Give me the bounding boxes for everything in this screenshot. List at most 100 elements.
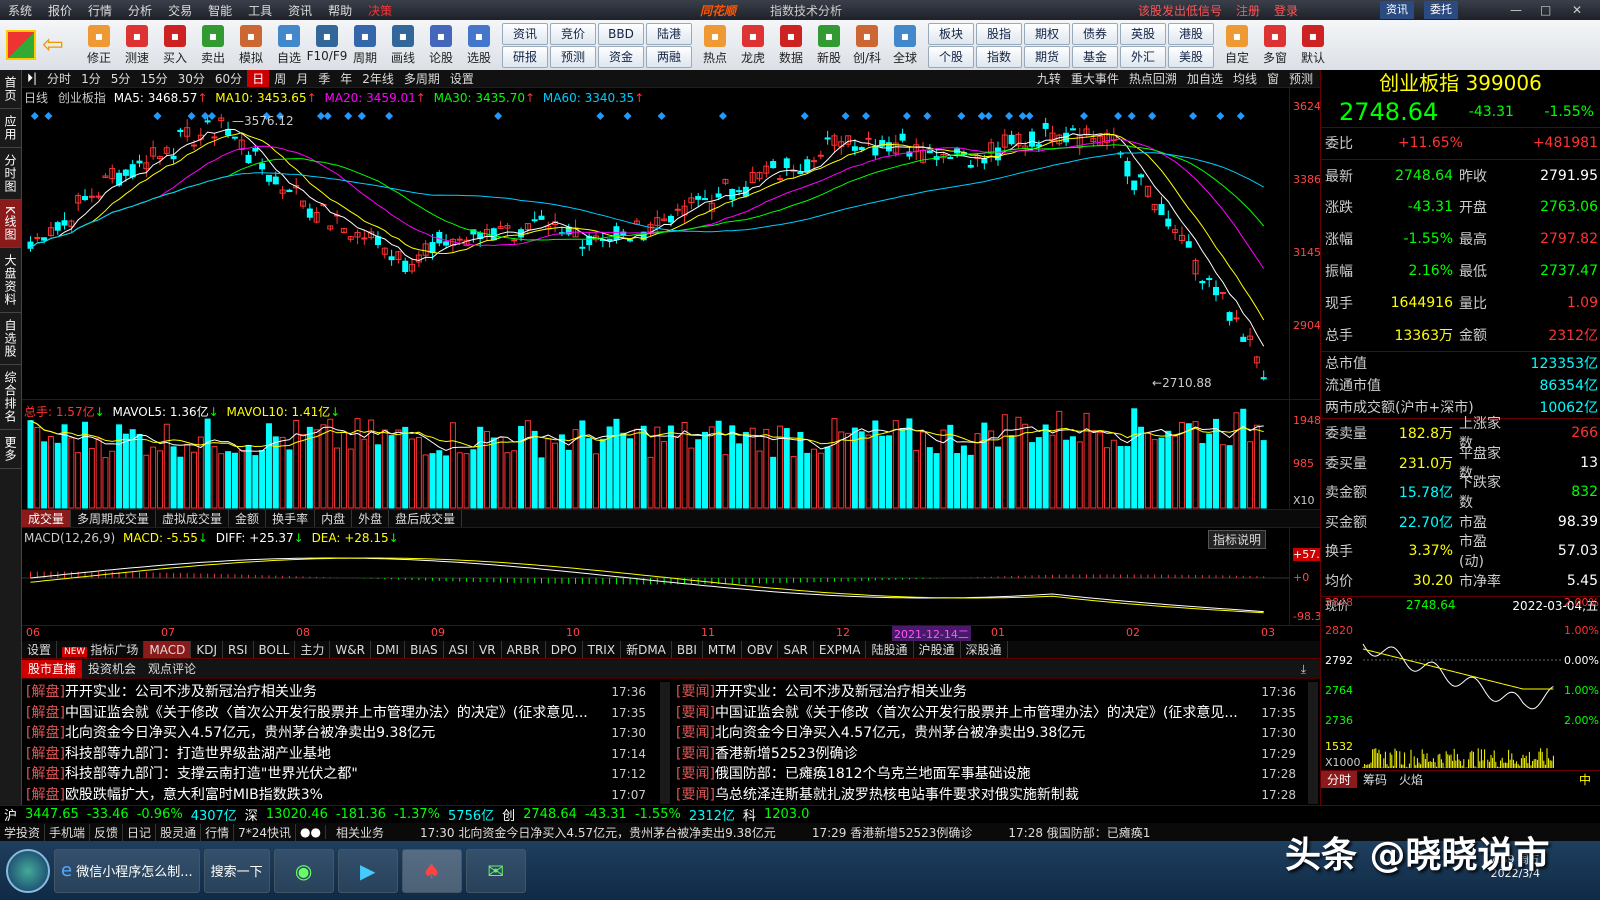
volume-tab[interactable]: 多周期成交量 — [71, 510, 157, 527]
menu-item[interactable]: 分析 — [120, 2, 160, 19]
volume-tab[interactable]: 成交量 — [22, 510, 72, 527]
indicator-tab[interactable]: VR — [474, 641, 502, 658]
news-item[interactable]: [要闻] 香港新增52523例确诊 17:29 — [676, 744, 1296, 765]
news-item[interactable]: [要闻] 北向资金今日净买入4.57亿元，贵州茅台被净卖出9.38亿元 17:30 — [676, 723, 1296, 744]
period-tab[interactable]: 分时 — [42, 70, 76, 87]
period-right-tab[interactable]: 九转 — [1032, 70, 1066, 87]
news-button[interactable]: 资讯 — [1380, 1, 1414, 19]
news-tab[interactable]: 投资机会 — [82, 660, 142, 678]
menu-item[interactable]: 帮助 — [320, 2, 360, 19]
toolbar-grid-button[interactable]: 陆港 — [646, 22, 692, 45]
period-right-tab[interactable]: 均线 — [1228, 70, 1262, 87]
volume-tab[interactable]: 外盘 — [352, 510, 390, 527]
indicator-tab[interactable]: 沪股通 — [914, 641, 961, 658]
toolbar-button[interactable]: ▪ 画线 — [386, 24, 420, 66]
volume-tab[interactable]: 换手率 — [266, 510, 316, 527]
indicator-tab[interactable]: SAR — [778, 641, 814, 658]
toolbar-button[interactable]: ▪ 热点 — [698, 24, 732, 66]
status-link[interactable]: 7*24快讯 — [234, 823, 296, 841]
indicator-tab[interactable]: NEW 指标广场 — [57, 641, 145, 658]
maximize-icon[interactable]: □ — [1540, 3, 1551, 17]
taskbar-browser[interactable]: e 微信小程序怎么制... — [54, 848, 200, 893]
toolbar-button[interactable]: ▪ 自定 — [1220, 24, 1254, 66]
sidebar-item[interactable]: 自选股 — [0, 313, 21, 365]
indicator-tab[interactable]: ASI — [444, 641, 475, 658]
menu-item[interactable]: 交易 — [160, 2, 200, 19]
status-news-item[interactable]: 17:29 香港新增52523例确诊 — [808, 824, 977, 841]
toolbar-grid-button[interactable]: 研报 — [502, 45, 548, 68]
toolbar-grid-button[interactable]: 两融 — [646, 45, 692, 68]
indicator-tab[interactable]: 新DMA — [621, 641, 672, 658]
sidebar-item[interactable]: 更多 — [0, 430, 21, 469]
period-tab[interactable]: 年 — [335, 70, 357, 87]
menu-item[interactable]: 报价 — [40, 2, 80, 19]
toolbar-button[interactable]: ▪ 数据 — [774, 24, 808, 66]
toolbar-grid-button[interactable]: 债券 — [1072, 22, 1118, 45]
toolbar-grid-button[interactable]: 期权 — [1024, 22, 1070, 45]
news-item[interactable]: [要闻] 乌总统泽连斯基就扎波罗热核电站事件要求对俄实施新制裁 17:28 — [676, 785, 1296, 805]
indicator-tab[interactable]: KDJ — [191, 641, 223, 658]
status-link[interactable]: 学投资 — [0, 823, 46, 841]
menu-item[interactable]: 智能 — [200, 2, 240, 19]
toolbar-grid-button[interactable]: BBD — [598, 22, 644, 45]
news-scrollbar[interactable] — [660, 682, 670, 804]
indicator-tab[interactable]: 陆股通 — [866, 641, 914, 658]
mini-tab-intraday[interactable]: 分时 — [1321, 771, 1358, 788]
close-icon[interactable]: ✕ — [1572, 3, 1582, 17]
volume-panel[interactable]: 总手: 1.57亿↓ MAVOL5: 1.36亿↓ MAVOL10: 1.41亿… — [22, 400, 1321, 510]
play-icon[interactable]: ⏵| — [22, 71, 42, 86]
taskbar-app-wechat[interactable]: ✉ — [465, 848, 526, 893]
news-item[interactable]: [要闻] 开开实业：公司不涉及新冠治疗相关业务 17:36 — [676, 682, 1296, 703]
indicator-tab[interactable]: 深股通 — [961, 641, 1008, 658]
toolbar-grid-button[interactable]: 港股 — [1168, 22, 1214, 45]
toolbar-button[interactable]: ▪ 新股 — [812, 24, 846, 66]
indicator-tab[interactable]: MACD — [144, 641, 192, 658]
mini-intraday-chart[interactable]: 2848 2820 2792 2764 2736 1532 X1000 2.00… — [1321, 594, 1600, 789]
period-right-tab[interactable]: 加自选 — [1182, 70, 1228, 87]
chat-icon[interactable]: ●● — [296, 825, 326, 839]
toolbar-button[interactable]: ▪ 论股 — [424, 24, 458, 66]
indicator-tab[interactable]: BBI — [672, 641, 703, 658]
status-news-item[interactable]: 17:30 北向资金今日净买入4.57亿元，贵州茅台被净卖出9.38亿元 — [416, 824, 780, 841]
period-tab[interactable]: 月 — [291, 70, 313, 87]
indicator-tab[interactable]: EXPMA — [814, 641, 867, 658]
toolbar-button[interactable]: ▪ 模拟 — [234, 24, 268, 66]
indicator-tab[interactable]: MTM — [703, 641, 742, 658]
taskbar-app-player[interactable]: ▶ — [337, 848, 398, 893]
status-news-item[interactable]: 17:28 俄国防部：已瘫痪1 — [1004, 824, 1154, 841]
volume-tab[interactable]: 金额 — [229, 510, 267, 527]
period-tab[interactable]: 设置 — [445, 70, 479, 87]
grid-icon[interactable] — [6, 30, 36, 60]
news-tab[interactable]: 股市直播 — [22, 660, 83, 678]
toolbar-button[interactable]: ▪ 创/科 — [850, 24, 884, 66]
macd-panel[interactable]: MACD(12,26,9) MACD: -5.55↓ DIFF: +25.37↓… — [22, 528, 1334, 626]
minimize-icon[interactable]: — — [1510, 3, 1522, 17]
status-link[interactable]: 反馈 — [90, 823, 124, 841]
period-tab[interactable]: 1分 — [76, 70, 106, 87]
toolbar-button[interactable]: ▪ 修正 — [82, 24, 116, 66]
period-tab[interactable]: 日 — [247, 70, 270, 87]
period-tab[interactable]: 5分 — [106, 70, 136, 87]
toolbar-grid-button[interactable]: 美股 — [1168, 45, 1214, 68]
back-arrow-icon[interactable]: ⇦ — [42, 30, 72, 60]
menu-right-link[interactable]: 登录 — [1274, 2, 1298, 19]
indicator-tab[interactable]: TRIX — [583, 641, 622, 658]
start-icon[interactable] — [6, 848, 50, 893]
toolbar-grid-button[interactable]: 资讯 — [502, 22, 548, 45]
toolbar-button[interactable]: ▪ 龙虎 — [736, 24, 770, 66]
toolbar-grid-button[interactable]: 指数 — [976, 45, 1022, 68]
trade-button[interactable]: 委托 — [1424, 1, 1458, 19]
period-right-tab[interactable]: 重大事件 — [1066, 70, 1124, 87]
menu-item[interactable]: 决策 — [360, 2, 400, 19]
volume-tab[interactable]: 盘后成交量 — [389, 510, 463, 527]
period-tab[interactable]: 季 — [313, 70, 335, 87]
menu-item[interactable]: 工具 — [240, 2, 280, 19]
toolbar-grid-button[interactable]: 期货 — [1024, 45, 1070, 68]
news-item[interactable]: [解盘] 欧股跌幅扩大，意大利富时MIB指数跌3% 17:07 — [26, 785, 646, 805]
sidebar-item[interactable]: 应用 — [0, 109, 21, 148]
news-item[interactable]: [要闻] 俄国防部：已瘫痪1812个乌克兰地面军事基础设施 17:28 — [676, 764, 1296, 785]
toolbar-button[interactable]: ▪ 买入 — [158, 24, 192, 66]
indicator-tab[interactable]: RSI — [223, 641, 254, 658]
toolbar-button[interactable]: ▪ 测速 — [120, 24, 154, 66]
indicator-tab[interactable]: DMI — [371, 641, 406, 658]
